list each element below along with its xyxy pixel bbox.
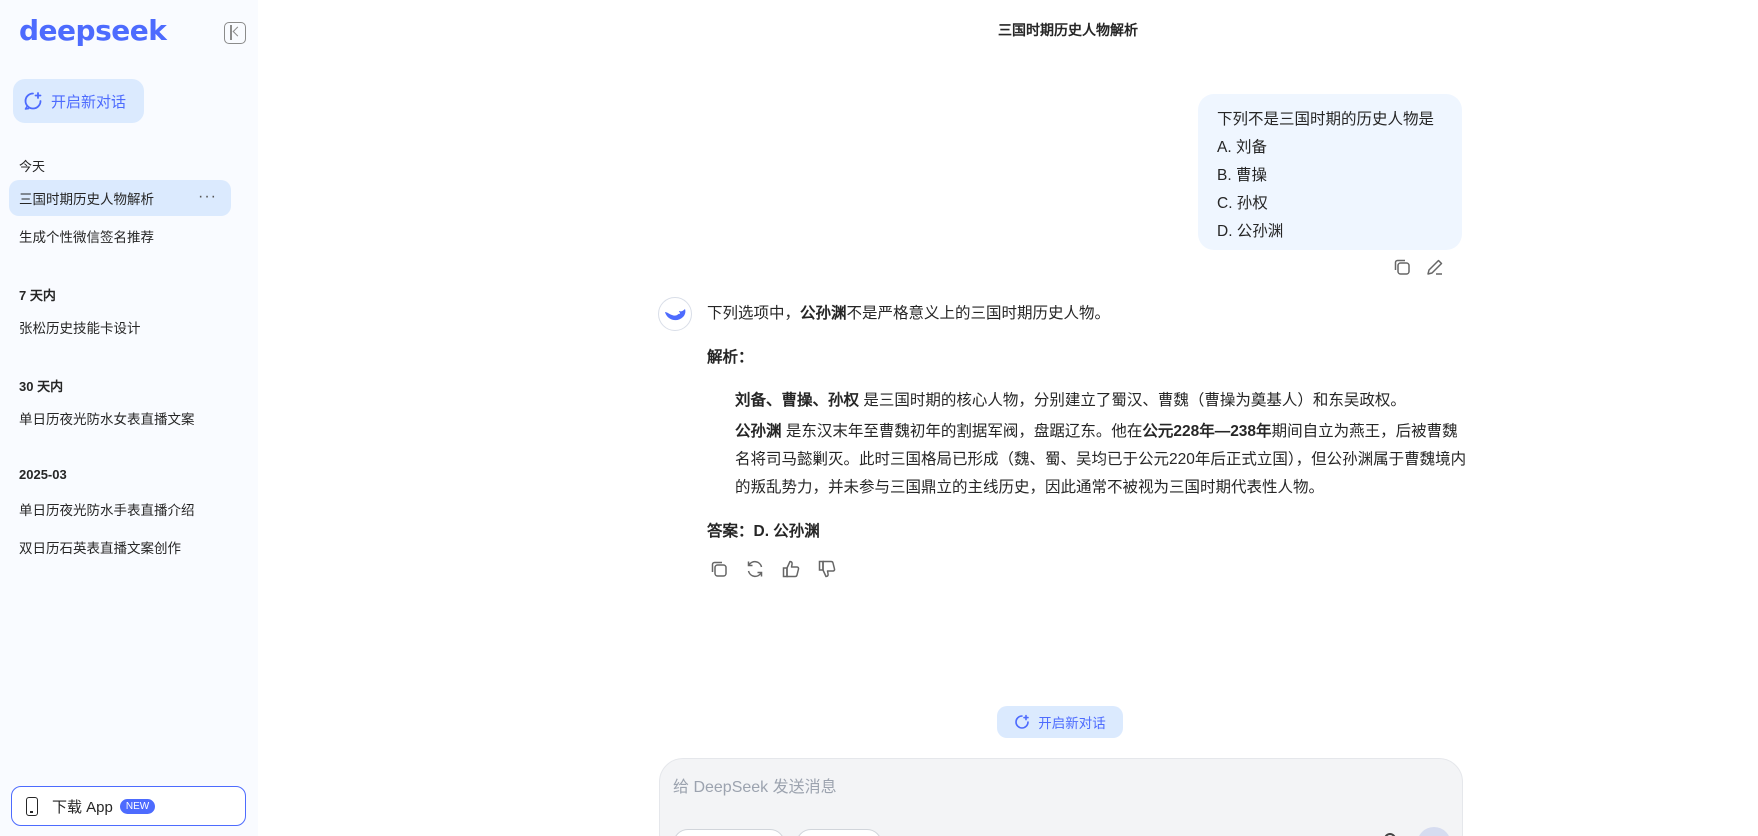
analysis-point-2: 公孙渊 是东汉末年至曹魏初年的割据军阀，盘踞辽东。他在公元228年—238年期间… <box>735 418 1467 502</box>
deepseek-logo: deepseek <box>19 14 167 47</box>
new-chat-pill-button[interactable]: 开启新对话 <box>997 706 1123 738</box>
history-item-label: 张松历史技能卡设计 <box>19 321 141 336</box>
deepseek-avatar-icon <box>658 297 692 331</box>
ai-intro-text: 不是严格意义上的三国时期历史人物。 <box>846 305 1111 322</box>
analysis-bold: 公元228年—238年 <box>1142 423 1272 440</box>
thumbs-up-icon[interactable] <box>780 558 802 580</box>
history-item[interactable]: 单日历夜光防水手表直播介绍 <box>9 491 231 527</box>
history-item[interactable]: 双日历石英表直播文案创作 <box>9 529 231 565</box>
history-item[interactable]: 单日历夜光防水女表直播文案 <box>9 400 231 436</box>
collapse-sidebar-icon[interactable] <box>224 22 246 44</box>
history-item[interactable]: 张松历史技能卡设计 <box>9 309 231 345</box>
download-app-button[interactable]: 下载 App NEW <box>11 786 246 826</box>
message-input[interactable] <box>673 773 1433 803</box>
user-message-bubble: 下列不是三国时期的历史人物是 A. 刘备 B. 曹操 C. 孙权 D. 公孙渊 <box>1198 94 1462 250</box>
more-options-icon[interactable]: ··· <box>198 189 217 205</box>
message-composer <box>659 758 1463 836</box>
new-chat-label: 开启新对话 <box>51 93 127 111</box>
history-item-label: 单日历夜光防水女表直播文案 <box>19 412 195 427</box>
ai-intro: 下列选项中，公孙渊不是严格意义上的三国时期历史人物。 <box>707 300 1110 328</box>
download-label: 下载 App <box>52 798 113 816</box>
analysis-text: 是三国时期的核心人物，分别建立了蜀汉、曹魏（曹操为奠基人）和东吴政权。 <box>859 392 1406 409</box>
history-item[interactable]: 生成个性微信签名推荐 <box>9 218 231 254</box>
user-message-line: A. 刘备 <box>1217 139 1267 156</box>
phone-icon <box>26 796 38 816</box>
ai-intro-text: 下列选项中， <box>707 305 801 322</box>
analysis-bold: 刘备、曹操、孙权 <box>735 392 860 409</box>
new-chat-pill-label: 开启新对话 <box>1038 716 1106 731</box>
history-item-label: 单日历夜光防水手表直播介绍 <box>19 503 195 518</box>
group-label-7days: 7 天内 <box>19 288 56 303</box>
edit-icon[interactable] <box>1424 256 1446 278</box>
history-item-active[interactable]: 三国时期历史人物解析 ··· <box>9 180 231 216</box>
group-label-30days: 30 天内 <box>19 379 64 394</box>
user-message-line: D. 公孙渊 <box>1217 223 1284 240</box>
send-button[interactable] <box>1417 827 1451 836</box>
thumbs-down-icon[interactable] <box>816 558 838 580</box>
new-chat-button[interactable]: 开启新对话 <box>13 79 144 123</box>
history-item-label: 三国时期历史人物解析 <box>19 192 154 207</box>
answer-line: 答案：D. 公孙渊 <box>707 523 820 540</box>
new-chat-icon <box>24 92 42 110</box>
web-search-toggle[interactable] <box>796 829 882 836</box>
user-message-line: B. 曹操 <box>1217 167 1267 184</box>
new-chat-icon <box>1015 714 1030 729</box>
group-label-today: 今天 <box>19 159 46 174</box>
regenerate-icon[interactable] <box>744 558 766 580</box>
analysis-heading: 解析： <box>707 349 754 366</box>
history-item-label: 生成个性微信签名推荐 <box>19 230 154 245</box>
app-root: deepseek 开启新对话 今天 三国时期历史人物解析 ··· 生成个性微信签… <box>0 0 1758 836</box>
analysis-text: 是东汉末年至曹魏初年的割据军阀，盘踞辽东。他在 <box>781 423 1143 440</box>
new-badge: NEW <box>119 798 156 814</box>
copy-icon[interactable] <box>1391 256 1413 278</box>
analysis-bold: 公孙渊 <box>735 423 782 440</box>
user-message-line: 下列不是三国时期的历史人物是 <box>1217 111 1435 128</box>
user-message-line: C. 孙权 <box>1217 195 1268 212</box>
copy-icon[interactable] <box>708 558 730 580</box>
analysis-point-1: 刘备、曹操、孙权 是三国时期的核心人物，分别建立了蜀汉、曹魏（曹操为奠基人）和东… <box>735 387 1406 415</box>
chat-title: 三国时期历史人物解析 <box>998 22 1138 38</box>
sidebar: deepseek 开启新对话 今天 三国时期历史人物解析 ··· 生成个性微信签… <box>0 0 258 836</box>
history-item-label: 双日历石英表直播文案创作 <box>19 541 181 556</box>
deep-think-toggle[interactable] <box>673 829 785 836</box>
ai-intro-bold: 公孙渊 <box>800 305 847 322</box>
group-label-2025-03: 2025-03 <box>19 467 67 482</box>
